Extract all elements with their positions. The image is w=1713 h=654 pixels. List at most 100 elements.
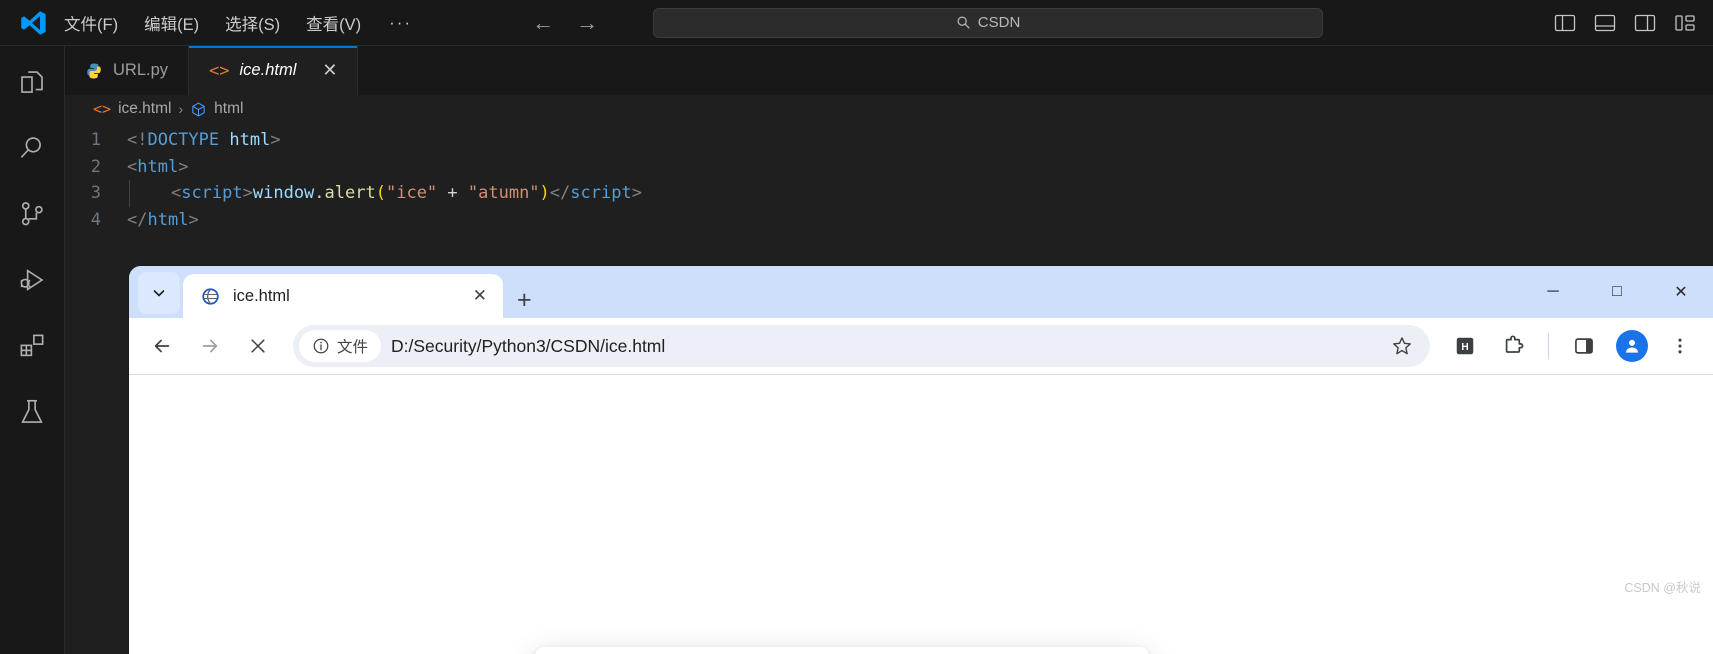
site-info-label: 文件 bbox=[337, 339, 369, 356]
globe-icon bbox=[202, 287, 219, 305]
html-icon: <> bbox=[93, 100, 112, 118]
close-icon bbox=[251, 339, 265, 353]
code-token: < bbox=[127, 156, 138, 177]
window-controls: ─ □ ✕ bbox=[1521, 270, 1713, 314]
line-number: 3 bbox=[90, 183, 101, 203]
chrome-tab-strip: ice.html ✕ + ─ □ ✕ bbox=[129, 266, 1713, 318]
line-number: 2 bbox=[90, 156, 101, 177]
code-content: <!DOCTYPE html> bbox=[127, 127, 281, 154]
code-token: </ bbox=[127, 209, 148, 230]
line-number: 4 bbox=[90, 209, 101, 230]
arrow-left-icon bbox=[154, 339, 170, 353]
minimize-button[interactable]: ─ bbox=[1521, 270, 1585, 314]
watermark: CSDN @秋说 bbox=[1624, 581, 1701, 595]
code-token: "ice" bbox=[385, 183, 438, 203]
code-token: ( bbox=[375, 183, 386, 203]
code-line-3: 3 <script>window.alert("ice" + "atumn")<… bbox=[65, 180, 1713, 207]
code-token: > bbox=[178, 156, 189, 177]
back-button[interactable] bbox=[141, 325, 183, 367]
editor-tab-bar: URL.py <> ice.html ✕ bbox=[65, 46, 1713, 95]
toolbar-divider bbox=[1548, 333, 1549, 359]
chevron-down-icon bbox=[153, 290, 165, 297]
code-line-1: 1 <!DOCTYPE html> bbox=[65, 127, 1713, 154]
python-icon bbox=[87, 63, 101, 78]
customize-layout-icon[interactable] bbox=[1673, 13, 1697, 33]
javascript-alert-dialog: 此网页显示 iceatumn 确定 bbox=[535, 647, 1149, 654]
editor-tab-url-py[interactable]: URL.py bbox=[65, 46, 190, 95]
breadcrumb: <> ice.html › html bbox=[65, 95, 1713, 123]
toggle-secondary-sidebar-icon[interactable] bbox=[1633, 13, 1657, 33]
breadcrumb-file[interactable]: ice.html bbox=[118, 100, 171, 118]
code-token: </ bbox=[549, 183, 571, 203]
stop-loading-button[interactable] bbox=[237, 325, 279, 367]
site-info-chip[interactable]: 文件 bbox=[299, 330, 382, 362]
code-token: html bbox=[137, 156, 179, 177]
menu-more-button[interactable]: ··· bbox=[379, 14, 422, 31]
code-token: > bbox=[242, 183, 253, 203]
arrow-right-icon bbox=[202, 339, 218, 353]
code-token: script bbox=[570, 183, 632, 203]
profile-button[interactable] bbox=[1611, 325, 1653, 367]
info-circle-icon bbox=[313, 338, 329, 354]
forward-button[interactable] bbox=[189, 325, 231, 367]
menu-view[interactable]: 查看(V) bbox=[296, 8, 371, 38]
testing-icon[interactable] bbox=[10, 390, 54, 434]
avatar-icon bbox=[1626, 339, 1638, 353]
extensions-icon[interactable] bbox=[10, 324, 54, 368]
code-content: <html> bbox=[127, 154, 188, 181]
code-editor[interactable]: 1 <!DOCTYPE html> 2 <html> 3 <script>win… bbox=[65, 123, 1713, 233]
breadcrumb-separator: › bbox=[178, 101, 184, 117]
address-bar-url: D:/Security/Python3/CSDN/ice.html bbox=[391, 335, 666, 356]
toggle-primary-sidebar-icon[interactable] bbox=[1553, 13, 1577, 33]
source-control-icon[interactable] bbox=[10, 192, 54, 236]
chrome-toolbar: 文件 D:/Security/Python3/CSDN/ice.html H bbox=[129, 318, 1713, 374]
breadcrumb-symbol[interactable]: html bbox=[214, 100, 243, 118]
code-token: + bbox=[437, 183, 468, 203]
vscode-logo-icon bbox=[21, 10, 46, 35]
close-icon[interactable]: ✕ bbox=[322, 60, 337, 81]
command-center-value: CSDN bbox=[977, 14, 1021, 31]
new-tab-button[interactable]: + bbox=[517, 288, 532, 313]
close-button[interactable]: ✕ bbox=[1649, 270, 1713, 314]
editor-tab-ice-html[interactable]: <> ice.html ✕ bbox=[189, 46, 359, 95]
search-icon[interactable] bbox=[10, 126, 54, 170]
go-forward-icon[interactable]: → bbox=[576, 11, 598, 34]
menu-selection[interactable]: 选择(S) bbox=[215, 8, 290, 38]
go-back-icon[interactable]: ← bbox=[532, 11, 554, 34]
vscode-titlebar: 文件(F) 编辑(E) 选择(S) 查看(V) ··· ← → CSDN bbox=[0, 0, 1713, 46]
avatar bbox=[1616, 330, 1648, 362]
extension-h-button[interactable]: H bbox=[1444, 325, 1486, 367]
extensions-button[interactable] bbox=[1492, 325, 1534, 367]
search-icon bbox=[957, 16, 970, 29]
chrome-tab-ice-html[interactable]: ice.html ✕ bbox=[183, 274, 503, 318]
code-token: > bbox=[270, 130, 281, 150]
code-token: ) bbox=[539, 183, 550, 203]
code-token: script bbox=[181, 183, 243, 203]
page-viewport: 此网页显示 iceatumn 确定 CSDN @秋说 bbox=[129, 374, 1713, 654]
code-content: <script>window.alert("ice" + "atumn")</s… bbox=[129, 180, 642, 207]
code-token: <! bbox=[127, 130, 148, 150]
maximize-button[interactable]: □ bbox=[1585, 270, 1649, 314]
menu-file[interactable]: 文件(F) bbox=[54, 8, 128, 38]
bookmark-button[interactable] bbox=[1382, 326, 1422, 366]
three-dots-vertical-icon bbox=[1678, 338, 1682, 354]
html-icon: <> bbox=[209, 60, 230, 81]
code-token: html bbox=[229, 130, 271, 150]
chrome-menu-button[interactable] bbox=[1659, 325, 1701, 367]
code-line-2: 2 <html> bbox=[65, 154, 1713, 181]
side-panel-button[interactable] bbox=[1563, 325, 1605, 367]
code-token: > bbox=[188, 209, 199, 230]
symbol-cube-icon bbox=[192, 102, 205, 116]
command-center-search[interactable]: CSDN bbox=[653, 7, 1324, 38]
run-and-debug-icon[interactable] bbox=[10, 258, 54, 302]
explorer-icon[interactable] bbox=[10, 60, 54, 104]
code-token: < bbox=[170, 183, 182, 203]
menu-edit[interactable]: 编辑(E) bbox=[134, 8, 209, 38]
chrome-tab-title: ice.html bbox=[233, 286, 290, 305]
editor-tab-label: URL.py bbox=[113, 61, 169, 79]
close-icon[interactable]: ✕ bbox=[469, 282, 491, 310]
address-bar[interactable]: 文件 D:/Security/Python3/CSDN/ice.html bbox=[293, 325, 1430, 367]
toggle-panel-icon[interactable] bbox=[1593, 13, 1617, 33]
code-token: "atumn" bbox=[467, 183, 540, 203]
tab-search-button[interactable] bbox=[138, 272, 180, 314]
